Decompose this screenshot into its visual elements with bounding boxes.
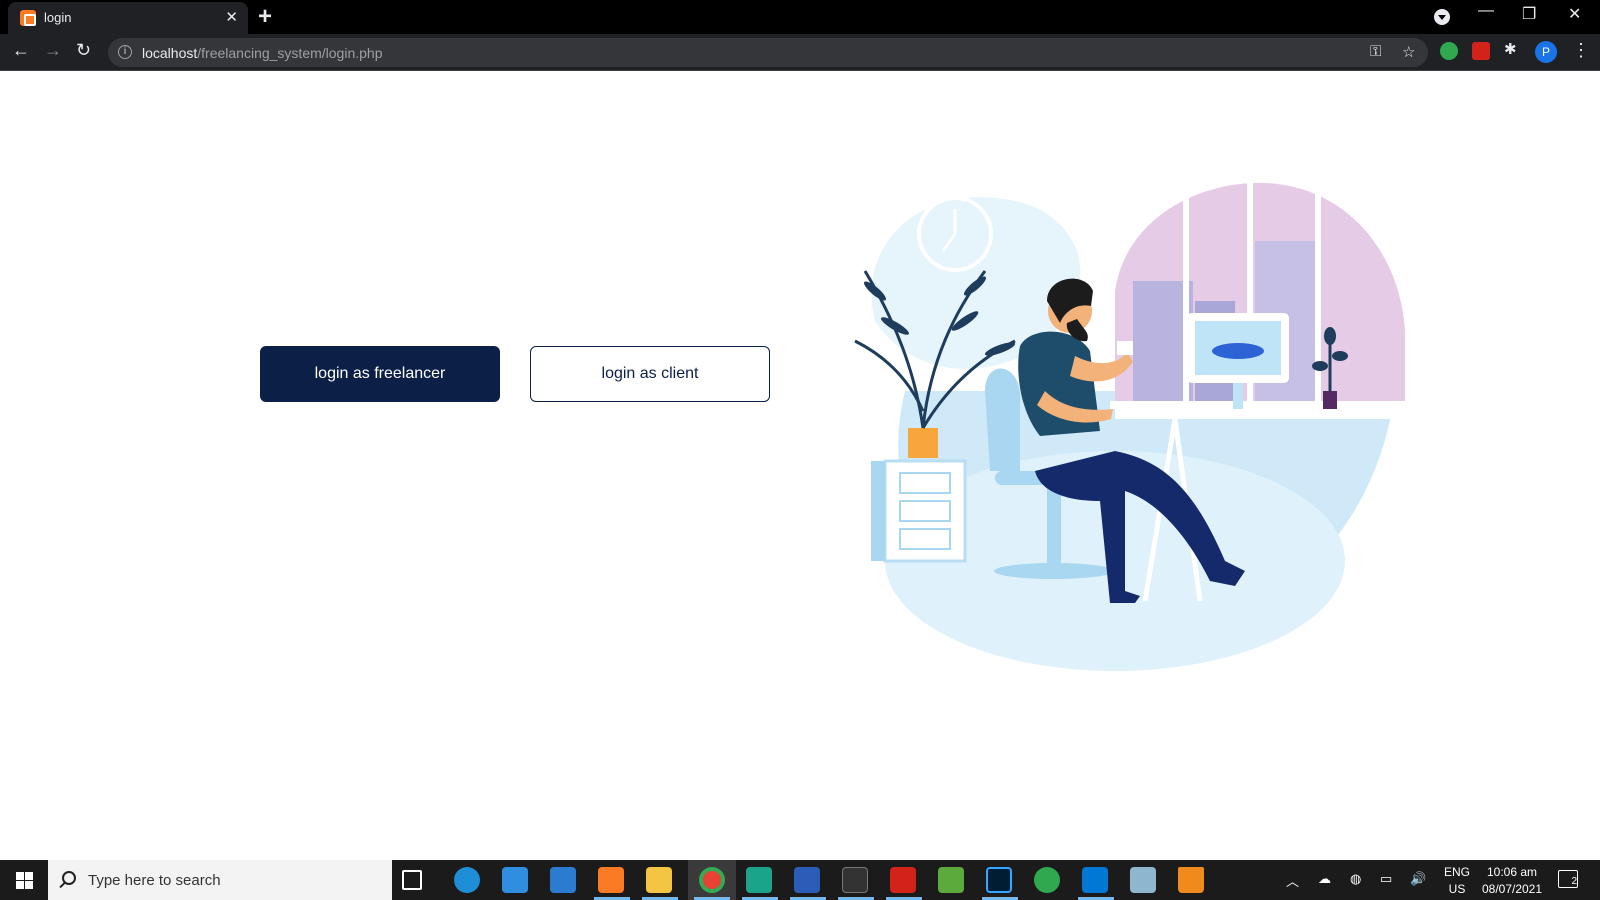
taskbar-search-placeholder: Type here to search bbox=[88, 872, 221, 889]
browser-tab-strip: login ✕ + — ❐ ✕ bbox=[0, 0, 1600, 34]
notepad-icon[interactable] bbox=[1130, 867, 1156, 893]
vscode-icon[interactable] bbox=[1082, 867, 1108, 893]
xampp-favicon-icon bbox=[20, 10, 36, 26]
back-icon[interactable]: ← bbox=[12, 40, 30, 61]
browser-menu-icon[interactable]: ⋮ bbox=[1572, 40, 1590, 61]
extension-sync-icon[interactable] bbox=[1440, 42, 1458, 60]
photoshop-icon[interactable] bbox=[986, 867, 1012, 893]
network-globe-icon[interactable]: ◍ bbox=[1350, 871, 1361, 887]
close-tab-icon[interactable]: ✕ bbox=[225, 8, 238, 26]
terminal-icon[interactable] bbox=[842, 867, 868, 893]
window-close-icon[interactable]: ✕ bbox=[1568, 4, 1581, 24]
minimize-icon[interactable]: — bbox=[1478, 2, 1494, 20]
site-info-icon[interactable]: i bbox=[118, 45, 132, 59]
windows-start-icon[interactable] bbox=[16, 872, 33, 889]
login-page: login as freelancer login as client bbox=[0, 71, 1600, 860]
tab-title: login bbox=[44, 10, 72, 25]
login-freelancer-button[interactable]: login as freelancer bbox=[260, 346, 500, 402]
tab-search-icon[interactable] bbox=[1434, 9, 1450, 25]
login-client-button[interactable]: login as client bbox=[530, 346, 770, 402]
file-explorer-icon[interactable] bbox=[646, 867, 672, 893]
notification-center-icon[interactable]: 2 bbox=[1558, 870, 1578, 888]
browser-toolbar: ← → ↻ i localhost/freelancing_system/log… bbox=[0, 34, 1600, 71]
search-icon bbox=[62, 871, 76, 885]
browser-tab-login[interactable]: login ✕ bbox=[8, 2, 248, 34]
task-view-icon[interactable] bbox=[402, 870, 422, 890]
store-icon[interactable] bbox=[550, 867, 576, 893]
new-tab-icon[interactable]: + bbox=[258, 3, 272, 31]
show-hidden-icons-chevron-icon[interactable]: ︿ bbox=[1286, 871, 1299, 890]
address-bar[interactable]: i localhost/freelancing_system/login.php… bbox=[108, 38, 1428, 67]
windows-taskbar: Type here to search ︿ ☁ ◍ ▭ 🔊 ENG US 10:… bbox=[0, 860, 1600, 900]
bluestacks-icon[interactable] bbox=[938, 867, 964, 893]
url-text[interactable]: localhost/freelancing_system/login.php bbox=[142, 45, 383, 61]
profile-avatar[interactable]: P bbox=[1535, 41, 1557, 63]
bookmark-star-icon[interactable]: ☆ bbox=[1402, 43, 1415, 61]
reload-icon[interactable]: ↻ bbox=[76, 40, 91, 61]
keepass-icon[interactable] bbox=[746, 867, 772, 893]
onedrive-icon[interactable]: ☁ bbox=[1318, 871, 1331, 887]
battery-icon[interactable]: ▭ bbox=[1380, 871, 1392, 887]
acrobat-icon[interactable] bbox=[890, 867, 916, 893]
chrome-icon[interactable] bbox=[699, 867, 725, 893]
taskbar-search-box[interactable]: Type here to search bbox=[48, 860, 392, 900]
vlc-icon[interactable] bbox=[1178, 867, 1204, 893]
restore-icon[interactable]: ❐ bbox=[1522, 4, 1536, 24]
volume-icon[interactable]: 🔊 bbox=[1410, 871, 1426, 887]
language-indicator[interactable]: ENG US bbox=[1442, 864, 1472, 898]
person-working-at-desk-illustration bbox=[854, 181, 1410, 671]
edge-icon[interactable] bbox=[454, 867, 480, 893]
key-icon[interactable]: ⚿ bbox=[1370, 43, 1381, 60]
word-icon[interactable] bbox=[794, 867, 820, 893]
forward-icon[interactable]: → bbox=[44, 40, 62, 61]
pdf-extension-icon[interactable] bbox=[1472, 42, 1490, 60]
system-clock[interactable]: 10:06 am 08/07/2021 bbox=[1478, 864, 1546, 898]
mail-icon[interactable] bbox=[502, 867, 528, 893]
extensions-puzzle-icon[interactable]: ✱ bbox=[1504, 40, 1517, 58]
sync-app-icon[interactable] bbox=[1034, 867, 1060, 893]
xampp-icon[interactable] bbox=[598, 867, 624, 893]
